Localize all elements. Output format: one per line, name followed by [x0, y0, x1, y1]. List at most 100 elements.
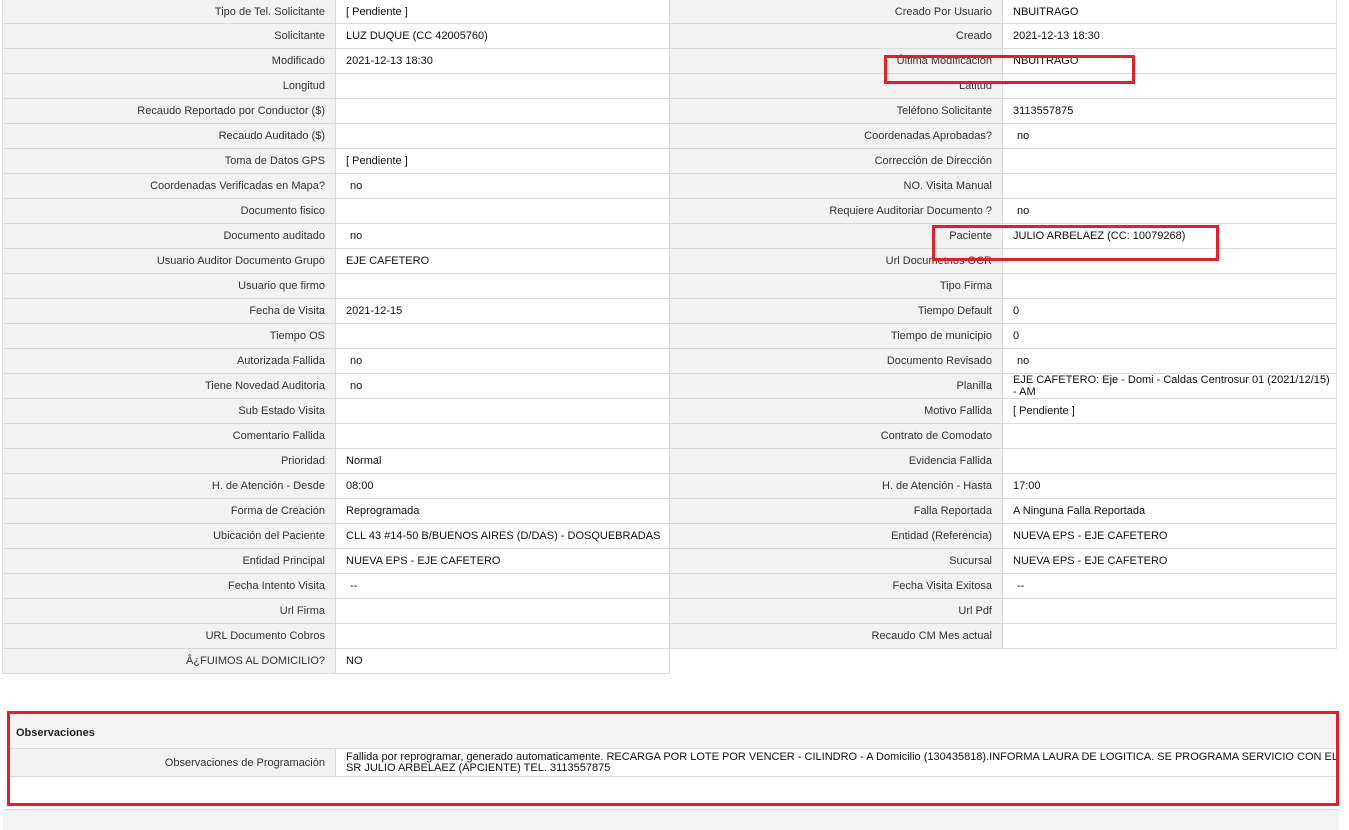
field-row-tiempo-os: Tiempo OS	[2, 324, 670, 349]
field-value: NBUITRAGO	[1003, 0, 1337, 23]
field-row-recaudo-cm-mes-actual: Recaudo CM Mes actual	[670, 624, 1337, 649]
field-label: Creado	[670, 24, 1003, 48]
field-label: Contrato de Comodato	[670, 424, 1003, 448]
field-row-creado-por-usuario: Creado Por Usuario NBUITRAGO	[670, 0, 1337, 24]
field-row-entidad-principal: Entidad Principal NUEVA EPS - EJE CAFETER…	[2, 549, 670, 574]
field-label: Tipo Firma	[670, 274, 1003, 298]
field-value: [ Pendiente ]	[1003, 399, 1337, 423]
field-row-fecha-de-visita: Fecha de Visita 2021-12-15	[2, 299, 670, 324]
field-value: [ Pendiente ]	[336, 0, 670, 23]
field-label: Toma de Datos GPS	[2, 149, 336, 173]
field-value: NO	[336, 649, 670, 673]
field-label: Url Documetnos OCR	[670, 249, 1003, 273]
field-row-latitud: Latitud	[670, 74, 1337, 99]
field-value	[336, 124, 670, 148]
left-field-grid: Tipo de Tel. Solicitante[ Pendiente ] Sol…	[2, 0, 670, 674]
field-label: Fecha Visita Exitosa	[670, 574, 1003, 598]
field-label: Tiene Novedad Auditoria	[2, 374, 336, 398]
field-label: Tiempo de municipio	[670, 324, 1003, 348]
field-label: Fecha Intento Visita	[2, 574, 336, 598]
field-row-usuario-que-firmo: Usuario que firmo	[2, 274, 670, 299]
field-label: Última Modificación	[670, 49, 1003, 73]
field-label: Forma de Creación	[2, 499, 336, 523]
field-label: Corrección de Dirección	[670, 149, 1003, 173]
field-row-tiempo-de-municipio: Tiempo de municipio 0	[670, 324, 1337, 349]
field-value: NUEVA EPS - EJE CAFETERO	[1003, 549, 1337, 573]
observaciones-title: Observaciones	[8, 711, 1339, 749]
field-value: no	[336, 174, 670, 198]
field-label: Falla Reportada	[670, 499, 1003, 523]
field-label: Recaudo Auditado ($)	[2, 124, 336, 148]
field-value: NBUITRAGO	[1003, 49, 1337, 73]
field-value	[336, 74, 670, 98]
field-value	[336, 399, 670, 423]
field-row-fecha-intento-visita: Fecha Intento Visita --	[2, 574, 670, 599]
field-value: no	[1003, 124, 1337, 148]
field-row-tipo-firma: Tipo Firma	[670, 274, 1337, 299]
field-value	[1003, 599, 1337, 623]
field-label: URL Documento Cobros	[2, 624, 336, 648]
next-section-strip	[3, 809, 1339, 830]
field-row-a-fuimos-al-domicilio: Â¿FUIMOS AL DOMICILIO? NO	[2, 649, 670, 674]
field-label: Url Firma	[2, 599, 336, 623]
field-row-recaudo-auditado: Recaudo Auditado ($)	[2, 124, 670, 149]
observaciones-section: Observaciones Observaciones de Programac…	[8, 711, 1339, 806]
field-row-forma-de-creacion: Forma de Creación Reprogramada	[2, 499, 670, 524]
field-value	[1003, 174, 1337, 198]
field-label: H. de Atención - Hasta	[670, 474, 1003, 498]
field-value	[336, 624, 670, 648]
field-row-planilla: Planilla EJE CAFETERO: Eje - Domi - Calda…	[670, 374, 1337, 399]
field-row-paciente: Paciente JULIO ARBELAEZ (CC: 10079268)	[670, 224, 1337, 249]
field-row-usuario-auditor-documento-grupo: Usuario Auditor Documento Grupo EJE CAFET…	[2, 249, 670, 274]
field-value	[1003, 149, 1337, 173]
field-value: 2021-12-13 18:30	[1003, 24, 1337, 48]
field-label: Creado Por Usuario	[670, 0, 1003, 23]
field-label: Motivo Fallida	[670, 399, 1003, 423]
field-value: LUZ DUQUE (CC 42005760)	[336, 24, 670, 48]
field-value	[336, 199, 670, 223]
field-label: Url Pdf	[670, 599, 1003, 623]
field-row-requiere-auditoriar-documento: Requiere Auditoriar Documento ? no	[670, 199, 1337, 224]
field-row-prioridad: Prioridad Normal	[2, 449, 670, 474]
field-row-documento-fisico: Documento fisico	[2, 199, 670, 224]
field-value	[336, 274, 670, 298]
field-value: 2021-12-13 18:30	[336, 49, 670, 73]
field-value: Normal	[336, 449, 670, 473]
field-label: Teléfono Solicitante	[670, 99, 1003, 123]
field-row-url-documento-cobros: URL Documento Cobros	[2, 624, 670, 649]
field-row-falla-reportada: Falla Reportada A Ninguna Falla Reportada	[670, 499, 1337, 524]
field-row-url-documetnos-ocr: Url Documetnos OCR	[670, 249, 1337, 274]
field-value: 2021-12-15	[336, 299, 670, 323]
field-label: Documento Revisado	[670, 349, 1003, 373]
field-row-url-pdf: Url Pdf	[670, 599, 1337, 624]
field-row-solicitante: Solicitante LUZ DUQUE (CC 42005760)	[2, 24, 670, 49]
field-value: --	[336, 574, 670, 598]
field-label: Documento auditado	[2, 224, 336, 248]
field-row-telefono-solicitante: Teléfono Solicitante 3113557875	[670, 99, 1337, 124]
field-label: Ubicación del Paciente	[2, 524, 336, 548]
field-label: Coordenadas Verificadas en Mapa?	[2, 174, 336, 198]
field-row-coordenadas-verificadas-en-mapa: Coordenadas Verificadas en Mapa? no	[2, 174, 670, 199]
field-row-documento-revisado: Documento Revisado no	[670, 349, 1337, 374]
field-label: Tiempo Default	[670, 299, 1003, 323]
field-row-contrato-de-comodato: Contrato de Comodato	[670, 424, 1337, 449]
field-label: Documento fisico	[2, 199, 336, 223]
field-label: Coordenadas Aprobadas?	[670, 124, 1003, 148]
field-row-coordenadas-aprobadas: Coordenadas Aprobadas? no	[670, 124, 1337, 149]
field-row-documento-auditado: Documento auditado no	[2, 224, 670, 249]
field-value	[1003, 274, 1337, 298]
field-label: NO. Visita Manual	[670, 174, 1003, 198]
field-label: Â¿FUIMOS AL DOMICILIO?	[2, 649, 336, 673]
field-row-recaudo-reportado-por-conductor: Recaudo Reportado por Conductor ($)	[2, 99, 670, 124]
observaciones-label: Observaciones de Programación	[8, 749, 336, 776]
field-row-correccion-de-direccion: Corrección de Dirección	[670, 149, 1337, 174]
field-value: [ Pendiente ]	[336, 149, 670, 173]
field-row-entidad-referencia: Entidad (Referencia) NUEVA EPS - EJE CAFE…	[670, 524, 1337, 549]
field-value: EJE CAFETERO	[336, 249, 670, 273]
field-row-tipo-de-tel-solicitante: Tipo de Tel. Solicitante[ Pendiente ]	[2, 0, 670, 24]
field-row-motivo-fallida: Motivo Fallida[ Pendiente ]	[670, 399, 1337, 424]
field-value: 08:00	[336, 474, 670, 498]
field-value: EJE CAFETERO: Eje - Domi - Caldas Centro…	[1003, 374, 1337, 398]
field-value	[336, 599, 670, 623]
right-field-grid: Creado Por Usuario NBUITRAGO Creado 2021-12…	[670, 0, 1337, 649]
